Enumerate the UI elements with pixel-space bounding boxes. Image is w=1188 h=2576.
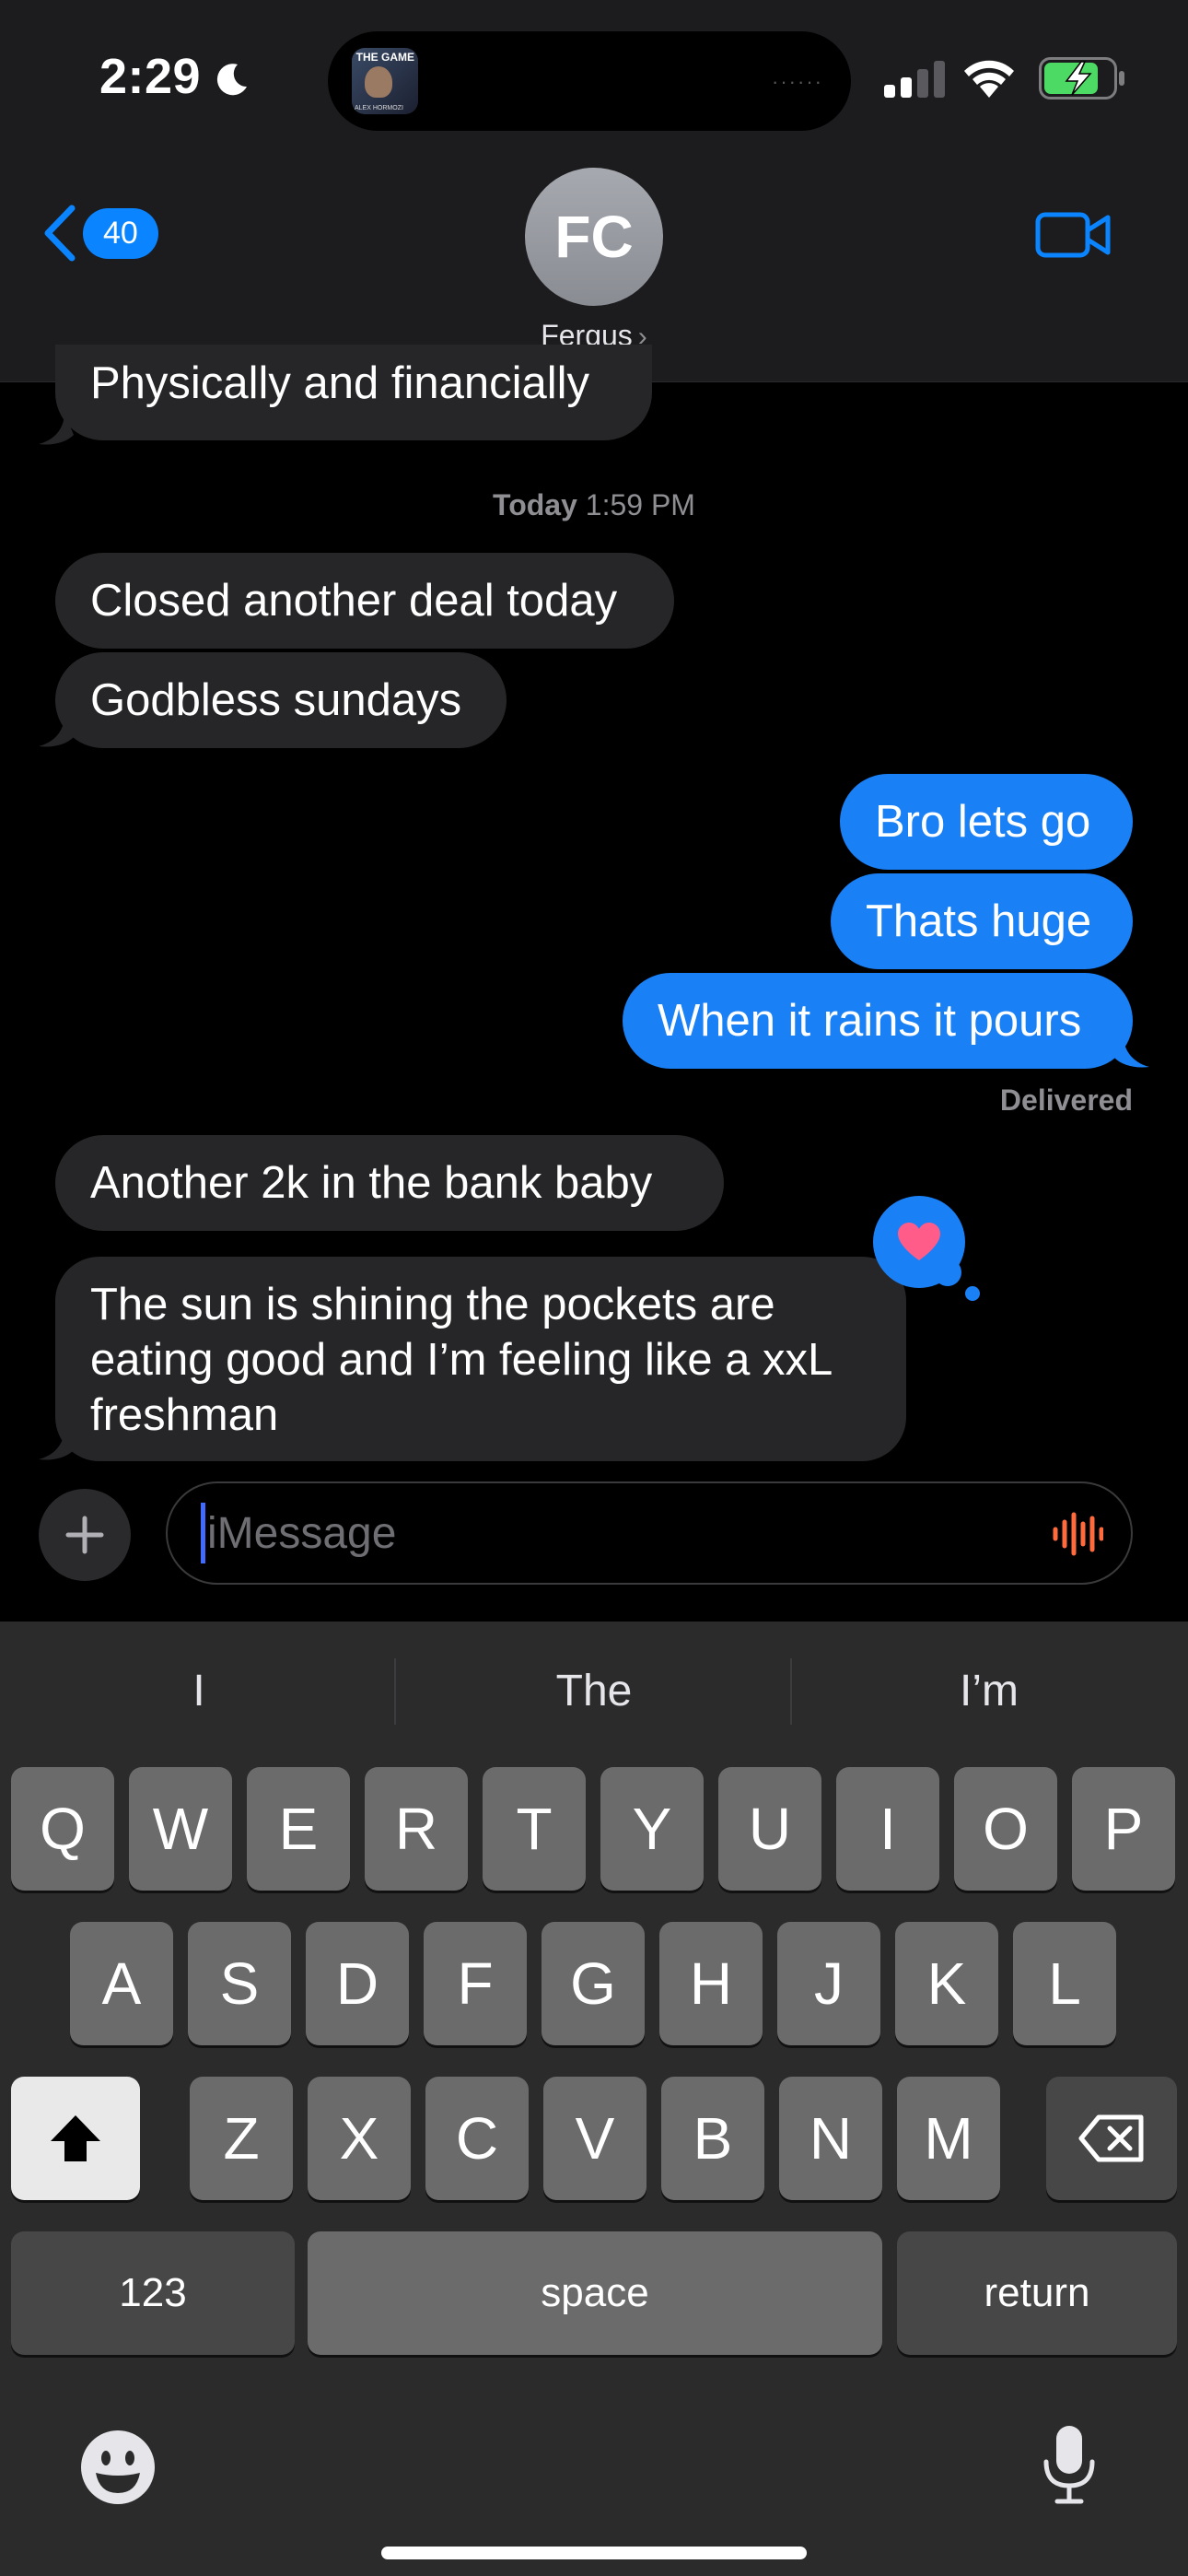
timestamp-time: 1:59 PM [585,488,695,521]
message-text: Closed another deal today [90,576,618,626]
key-a[interactable]: A [70,1922,173,2045]
key-j[interactable]: J [777,1922,880,2045]
key-d[interactable]: D [306,1922,409,2045]
compose-bar: iMessage [0,1467,1188,1622]
island-activity-dots: ······ [772,70,823,93]
bubble-tail [39,1428,74,1460]
key-w[interactable]: W [129,1767,232,1891]
key-f[interactable]: F [424,1922,527,2045]
numbers-key[interactable]: 123 [11,2231,295,2355]
back-chevron-icon [44,205,76,262]
moon-icon [216,64,247,96]
status-bar: 2:29 THE GAME ALEX HORMOZI ······ [0,0,1188,157]
message-text: The sun is shining the pockets are eatin… [90,1280,832,1440]
key-t[interactable]: T [483,1767,586,1891]
key-h[interactable]: H [659,1922,763,2045]
key-n[interactable]: N [779,2077,882,2200]
key-i[interactable]: I [836,1767,939,1891]
key-k[interactable]: K [895,1922,998,2045]
key-q[interactable]: Q [11,1767,114,1891]
message-bubble-sent[interactable]: Thats huge [831,873,1133,969]
message-input[interactable]: iMessage [166,1481,1133,1585]
space-key[interactable]: space [308,2231,882,2355]
key-y[interactable]: Y [600,1767,704,1891]
microphone-icon[interactable] [1041,2423,1098,2506]
message-text: Bro lets go [875,797,1091,847]
message-text: Another 2k in the bank baby [90,1158,653,1208]
key-m[interactable]: M [897,2077,1000,2200]
wifi-icon [964,60,1014,98]
prediction-divider [394,1658,396,1725]
tapback-tail [965,1286,980,1301]
key-s[interactable]: S [188,1922,291,2045]
key-b[interactable]: B [661,2077,764,2200]
delivered-status: Delivered [999,1083,1133,1117]
key-o[interactable]: O [954,1767,1057,1891]
contact-avatar[interactable]: FC [525,168,663,306]
message-bubble-sent[interactable]: Bro lets go [840,774,1133,870]
tapback-tail [934,1259,961,1286]
home-indicator[interactable] [381,2547,807,2559]
return-key[interactable]: return [897,2231,1177,2355]
timestamp: Today 1:59 PM [0,488,1188,522]
key-z[interactable]: Z [190,2077,293,2200]
key-l[interactable]: L [1013,1922,1116,2045]
bubble-tail [39,715,74,747]
backspace-icon [1078,2114,1144,2162]
back-button[interactable]: 40 [41,205,158,262]
key-c[interactable]: C [425,2077,529,2200]
plus-icon [65,1516,104,1554]
prediction-3[interactable]: I’m [792,1666,1186,1716]
message-bubble-sent[interactable]: When it rains it pours [623,973,1133,1069]
prediction-1[interactable]: I [2,1666,396,1716]
message-bubble-received[interactable]: Physically and financially [55,345,652,440]
prediction-2[interactable]: The [397,1666,791,1716]
emoji-icon[interactable] [79,2429,157,2506]
artwork-title: THE GAME [355,51,414,64]
bubble-tail [1114,1036,1149,1068]
message-bubble-received[interactable]: Godbless sundays [55,652,507,748]
message-text: When it rains it pours [658,996,1082,1046]
now-playing-artwork[interactable]: THE GAME ALEX HORMOZI [352,48,418,114]
key-r[interactable]: R [365,1767,468,1891]
predictive-bar: I The I’m [0,1622,1188,1763]
key-v[interactable]: V [543,2077,646,2200]
audio-wave-icon[interactable] [1052,1511,1103,1557]
battery-charging-icon [1039,57,1124,100]
shift-icon [51,2115,100,2161]
unread-count-badge: 40 [83,207,158,259]
bubble-tail [39,413,74,445]
key-u[interactable]: U [718,1767,821,1891]
key-g[interactable]: G [542,1922,645,2045]
dynamic-island[interactable]: THE GAME ALEX HORMOZI ······ [328,31,851,131]
key-x[interactable]: X [308,2077,411,2200]
message-input-placeholder: iMessage [207,1508,397,1558]
message-text: Physically and financially [90,358,589,408]
artwork-subtitle: ALEX HORMOZI [355,105,403,111]
message-bubble-received[interactable]: The sun is shining the pockets are eatin… [55,1257,906,1461]
key-p[interactable]: P [1072,1767,1175,1891]
video-call-icon[interactable] [1035,210,1111,260]
artwork-face [365,66,392,98]
timestamp-day: Today [493,488,577,521]
message-text: Godbless sundays [90,675,462,725]
heart-icon [898,1223,940,1260]
cellular-icon [884,61,945,98]
keyboard: I The I’m Q W E R T Y U I O P A S D F G … [0,1622,1188,2576]
backspace-key[interactable] [1046,2077,1177,2200]
apps-button[interactable] [39,1489,131,1581]
shift-key[interactable] [11,2077,140,2200]
status-time: 2:29 [99,49,202,104]
message-bubble-received[interactable]: Closed another deal today [55,553,674,649]
text-cursor [201,1503,205,1563]
key-e[interactable]: E [247,1767,350,1891]
message-text: Thats huge [866,896,1092,946]
message-bubble-received[interactable]: Another 2k in the bank baby [55,1135,724,1231]
